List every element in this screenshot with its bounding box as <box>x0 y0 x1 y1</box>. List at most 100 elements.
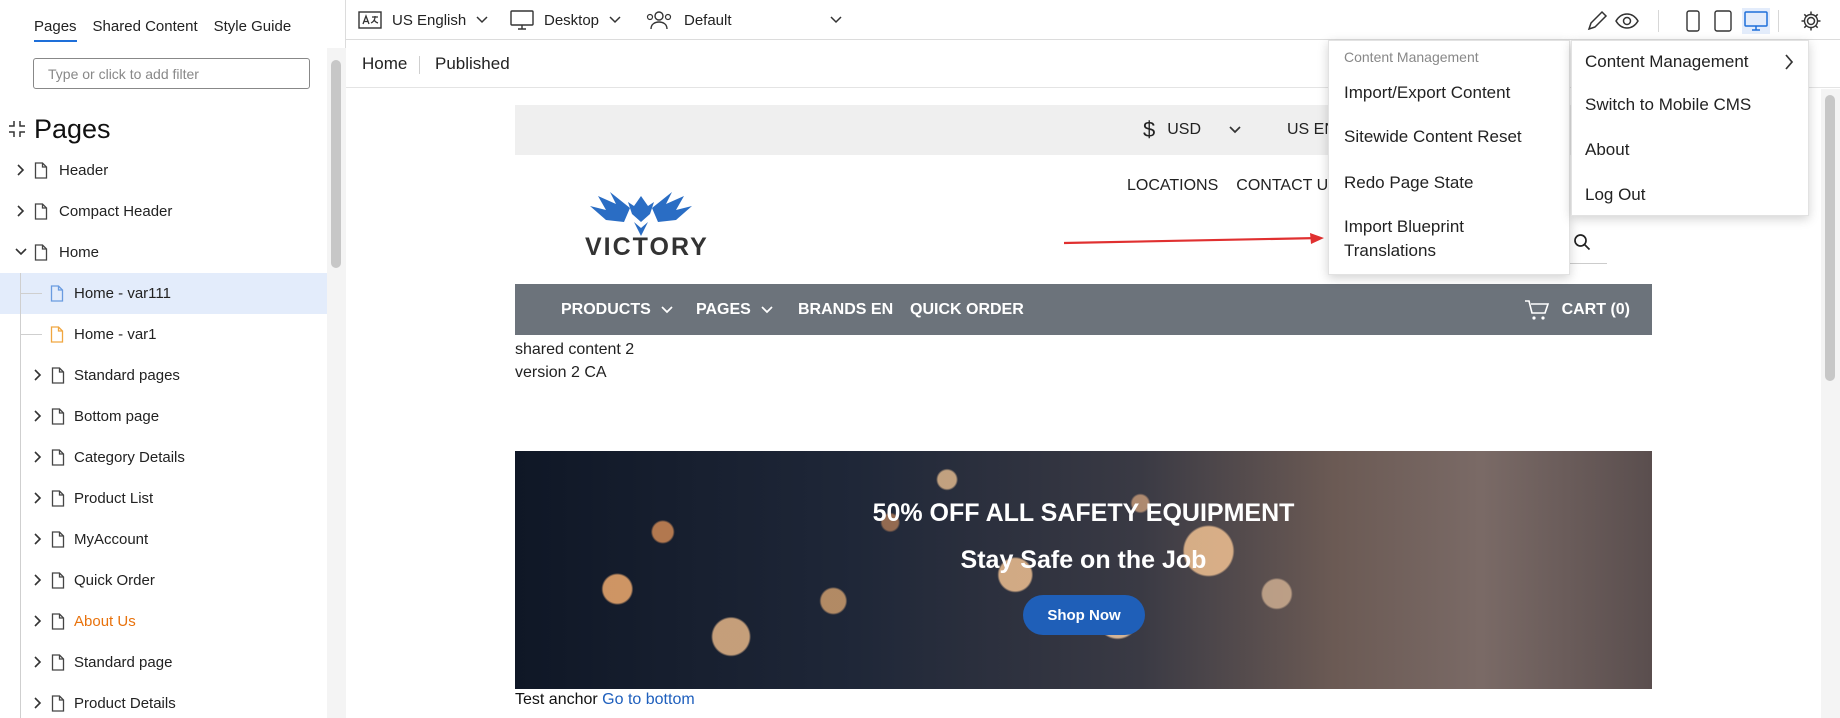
chevron-down-icon[interactable] <box>14 245 28 259</box>
tree-row[interactable]: Header <box>0 150 327 191</box>
shared-content-line: shared content 2 <box>515 341 635 358</box>
tree-row[interactable]: Standard page <box>0 642 327 683</box>
tree-row[interactable]: Home - var1 <box>0 314 327 355</box>
tablet-icon[interactable] <box>1710 8 1736 34</box>
content-management-submenu: Content Management Import/Export Content… <box>1328 40 1570 275</box>
device-selector[interactable]: Desktop <box>510 0 621 40</box>
settings-gear-icon[interactable] <box>1798 8 1824 34</box>
page-icon <box>51 408 65 425</box>
phone-icon[interactable] <box>1680 8 1706 34</box>
users-icon <box>646 11 672 30</box>
tab-shared-content[interactable]: Shared Content <box>93 16 198 42</box>
tab-style-guide[interactable]: Style Guide <box>214 16 292 42</box>
shared-content-block: shared content 2 version 2 CA <box>515 338 634 384</box>
tree-row[interactable]: Compact Header <box>0 191 327 232</box>
toolbar-divider <box>1658 10 1659 32</box>
chevron-right-icon[interactable] <box>31 409 45 423</box>
tree-row-label: Quick Order <box>74 572 155 589</box>
tree-row[interactable]: Quick Order <box>0 560 327 601</box>
tree-row-label: Product List <box>74 490 154 507</box>
chevron-right-icon[interactable] <box>31 573 45 587</box>
page-icon <box>51 490 65 507</box>
annotation-arrow-icon <box>1063 233 1324 245</box>
chevron-down-icon <box>476 16 488 24</box>
search-icon[interactable] <box>1573 233 1591 251</box>
menu-item-content-management[interactable]: Content Management <box>1585 52 1749 72</box>
header-link-locations[interactable]: LOCATIONS <box>1127 177 1218 195</box>
chevron-right-icon[interactable] <box>31 696 45 710</box>
tree-row[interactable]: MyAccount <box>0 519 327 560</box>
publish-status: Published <box>435 54 510 73</box>
menu-item-import-export[interactable]: Import/Export Content <box>1344 81 1510 105</box>
nav-brands[interactable]: BRANDS EN <box>798 284 893 335</box>
nav-brands-label: BRANDS EN <box>798 300 894 318</box>
tree-row[interactable]: Product List <box>0 478 327 519</box>
desktop-icon[interactable] <box>1742 8 1770 34</box>
breadcrumb-divider <box>419 56 420 74</box>
menu-item-redo-page-state[interactable]: Redo Page State <box>1344 171 1473 195</box>
preview-scrollbar-thumb[interactable] <box>1825 95 1835 381</box>
chevron-right-icon[interactable] <box>31 532 45 546</box>
tree-row-label: Product Details <box>74 695 176 712</box>
chevron-right-icon[interactable] <box>14 204 28 218</box>
nav-pages-label: PAGES <box>696 300 751 318</box>
tree-row[interactable]: Home <box>0 232 327 273</box>
menu-item-log-out[interactable]: Log Out <box>1585 185 1646 205</box>
filter-input[interactable] <box>33 58 310 89</box>
logo-text: VICTORY <box>585 233 709 261</box>
nav-pages[interactable]: PAGES <box>696 284 773 335</box>
page-icon <box>51 695 65 712</box>
top-toolbar: US English Desktop Default <box>346 0 1840 40</box>
tree-row[interactable]: Category Details <box>0 437 327 478</box>
preview-eye-icon[interactable] <box>1614 8 1640 34</box>
hero-title: 50% OFF ALL SAFETY EQUIPMENT <box>872 499 1295 527</box>
tree-row[interactable]: Bottom page <box>0 396 327 437</box>
shop-now-button[interactable]: Shop Now <box>1023 595 1145 635</box>
page-icon <box>51 531 65 548</box>
tab-pages[interactable]: Pages <box>34 16 77 42</box>
language-selector[interactable]: US English <box>358 0 488 40</box>
edit-pencil-icon[interactable] <box>1584 8 1610 34</box>
tree-row-label: Home - var111 <box>74 285 171 302</box>
tree-row-label: Home <box>59 244 100 261</box>
chevron-right-icon[interactable] <box>14 163 28 177</box>
site-nav-bar: PRODUCTS PAGES BRANDS EN QUICK ORDER CAR… <box>515 284 1652 335</box>
language-icon <box>358 11 382 29</box>
chevron-right-icon[interactable] <box>31 614 45 628</box>
menu-item-about[interactable]: About <box>1585 140 1629 160</box>
chevron-down-icon <box>761 305 773 313</box>
page-icon <box>51 367 65 384</box>
currency-selector[interactable]: $ USD <box>1143 117 1241 143</box>
cart-link[interactable]: CART (0) <box>1524 284 1630 335</box>
left-scrollbar-thumb[interactable] <box>331 60 341 268</box>
panel-tabs: Pages Shared Content Style Guide <box>34 16 291 42</box>
tree-row[interactable]: About Us <box>0 601 327 642</box>
page-icon <box>51 572 65 589</box>
breadcrumb-page[interactable]: Home <box>362 54 407 74</box>
submenu-header: Content Management <box>1344 49 1479 65</box>
menu-item-switch-mobile-cms[interactable]: Switch to Mobile CMS <box>1585 95 1751 115</box>
menu-item-sitewide-reset[interactable]: Sitewide Content Reset <box>1344 125 1522 149</box>
header-link-contact[interactable]: CONTACT US <box>1236 177 1339 195</box>
page-title: Pages <box>34 113 111 144</box>
chevron-right-icon[interactable] <box>31 491 45 505</box>
page-icon <box>51 654 65 671</box>
nav-quick-order[interactable]: QUICK ORDER <box>910 284 1024 335</box>
collapse-icon[interactable] <box>8 120 26 138</box>
persona-selector[interactable]: Default <box>646 0 842 40</box>
tree-row[interactable]: Standard pages <box>0 355 327 396</box>
tree-row-label: Compact Header <box>59 203 173 220</box>
header-links: LOCATIONS CONTACT US <box>1127 177 1339 195</box>
tree-row[interactable]: Product Details <box>0 683 327 718</box>
menu-item-import-blueprint[interactable]: Import Blueprint Translations <box>1344 215 1544 263</box>
tree-row[interactable]: Home - var111 <box>0 273 327 314</box>
chevron-right-icon[interactable] <box>31 655 45 669</box>
go-to-bottom-link[interactable]: Go to bottom <box>602 691 695 708</box>
nav-products[interactable]: PRODUCTS <box>561 284 673 335</box>
tree-row-label: About Us <box>74 613 136 630</box>
nav-products-label: PRODUCTS <box>561 300 651 318</box>
tree-row-label: Standard page <box>74 654 173 671</box>
chevron-right-icon[interactable] <box>31 450 45 464</box>
chevron-right-icon[interactable] <box>31 368 45 382</box>
tree-row-label: Header <box>59 162 109 179</box>
